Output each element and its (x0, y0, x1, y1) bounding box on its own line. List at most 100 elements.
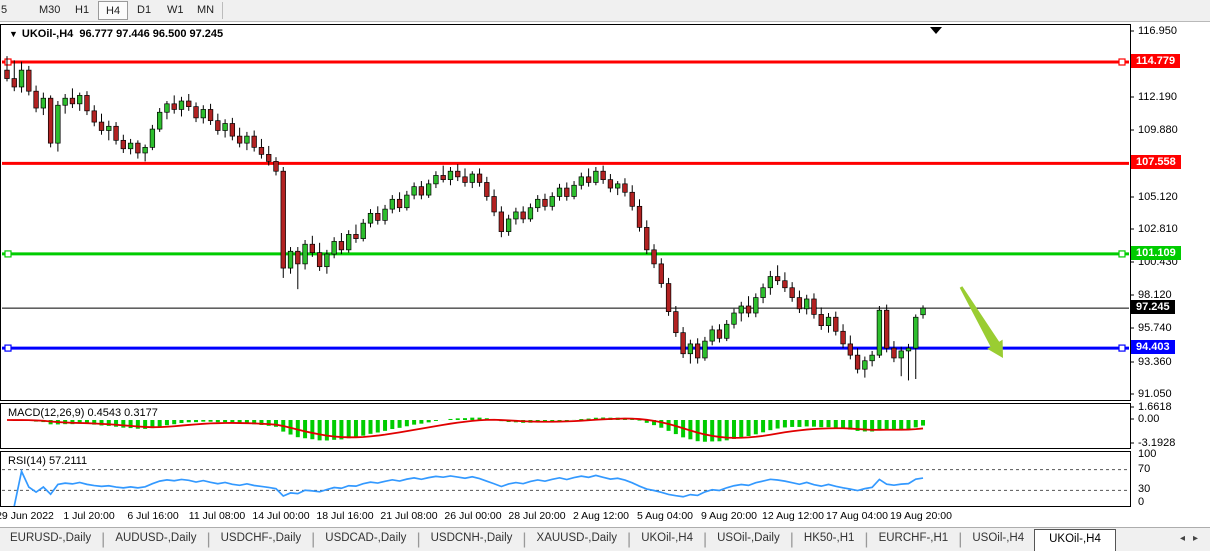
candle-bear (310, 244, 315, 252)
macd-panel[interactable] (0, 403, 1131, 449)
candle-bear (833, 317, 838, 331)
candle-bear (216, 121, 221, 131)
time-axis-label[interactable]: 28 Jul 20:00 (508, 510, 565, 522)
level-handle[interactable] (5, 345, 11, 351)
chart-tab-usoil-h4[interactable]: USOil-,H4 (962, 528, 1034, 544)
timeframe-button-h4[interactable]: H4 (98, 1, 128, 20)
candle-bull (550, 196, 555, 206)
chart-tab-eurchf-h1[interactable]: EURCHF-,H1 (869, 528, 959, 544)
price-tick-label: 102.810 (1138, 223, 1178, 235)
candle-bear (623, 184, 628, 192)
candle-bear (397, 199, 402, 207)
time-axis-label[interactable]: 14 Jul 00:00 (252, 510, 309, 522)
chart-tab-hk50-h1[interactable]: HK50-,H1 (794, 528, 865, 544)
candle-bear (521, 212, 526, 219)
time-axis-label[interactable]: 2 Aug 12:00 (573, 510, 629, 522)
candle-bull (179, 101, 184, 109)
candle-bull (921, 308, 926, 315)
level-handle[interactable] (1119, 59, 1125, 65)
candle-bear (375, 213, 380, 220)
timeframe-button-d1[interactable]: D1 (130, 1, 158, 20)
time-axis-label[interactable]: 17 Aug 04:00 (826, 510, 888, 522)
candle-bear (644, 227, 649, 249)
time-axis-label[interactable]: 6 Jul 16:00 (127, 510, 178, 522)
timeframe-button-h1[interactable]: H1 (68, 1, 96, 20)
chart-tab-usdcnh-daily[interactable]: USDCNH-,Daily (421, 528, 523, 544)
chart-tab-usdcad-daily[interactable]: USDCAD-,Daily (315, 528, 416, 544)
tab-scroll-right-icon[interactable]: ▸ (1193, 533, 1206, 544)
timeframe-button-mn[interactable]: MN (190, 1, 221, 20)
candle-bull (761, 288, 766, 298)
candle-bull (826, 317, 831, 325)
candle-bull (434, 175, 439, 183)
rsi-line (14, 471, 923, 506)
chart-tab-ukoil-h4-active[interactable]: UKOil-,H4 (1034, 529, 1116, 551)
candle-bear (194, 107, 199, 118)
candle-bear (775, 277, 780, 281)
level-price-label: 107.558 (1131, 155, 1181, 169)
time-axis-label[interactable]: 19 Aug 20:00 (890, 510, 952, 522)
candle-bull (448, 171, 453, 179)
candle-bear (681, 333, 686, 354)
price-tick (1130, 196, 1134, 197)
chart-tab-usdchf-daily[interactable]: USDCHF-,Daily (211, 528, 312, 544)
candle-bear (70, 98, 75, 104)
candle-bull (899, 351, 904, 358)
candle-bull (514, 212, 519, 219)
level-handle[interactable] (1119, 251, 1125, 257)
candle-bear (543, 199, 548, 206)
price-tick-label: 98.120 (1138, 289, 1172, 301)
level-handle[interactable] (5, 59, 11, 65)
time-axis-label[interactable]: 1 Jul 20:00 (63, 510, 114, 522)
last-bar-marker-icon (930, 27, 942, 34)
candle-bull (572, 185, 577, 196)
rsi-panel[interactable] (0, 451, 1131, 507)
candle-bear (252, 136, 257, 147)
chart-tab-eurusd-daily[interactable]: EURUSD-,Daily (0, 528, 101, 544)
candle-bear (85, 95, 90, 110)
time-axis-label[interactable]: 18 Jul 16:00 (316, 510, 373, 522)
candle-bear (419, 187, 424, 195)
candle-bear (630, 192, 635, 206)
candle-bull (412, 187, 417, 195)
time-axis[interactable]: 29 Jun 2022 1 Jul 20:00 6 Jul 16:00 11 Jul … (0, 507, 1131, 527)
price-tick-label: 112.190 (1138, 91, 1177, 103)
price-axis[interactable]: 116.950112.190109.880105.120102.810100.4… (1133, 24, 1210, 507)
price-chart-panel[interactable] (0, 24, 1131, 401)
tab-scroll-left-icon[interactable]: ◂ (1180, 533, 1193, 544)
chart-tab-audusd-daily[interactable]: AUDUSD-,Daily (105, 528, 206, 544)
candle-bull (383, 209, 388, 220)
time-axis-label[interactable]: 21 Jul 08:00 (380, 510, 437, 522)
candle-bear (12, 79, 17, 87)
candle-bear (266, 154, 271, 161)
price-tick (1130, 328, 1134, 329)
candle-bull (804, 299, 809, 309)
price-tick (1130, 262, 1134, 263)
time-axis-label[interactable]: 26 Jul 00:00 (444, 510, 501, 522)
timeframe-button-5[interactable]: 5 (0, 1, 14, 20)
macd-tick-label: 0.00 (1138, 413, 1159, 425)
candle-bull (739, 306, 744, 313)
time-axis-label[interactable]: 12 Aug 12:00 (762, 510, 824, 522)
level-handle[interactable] (5, 251, 11, 257)
candle-bear (659, 264, 664, 284)
timeframe-button-w1[interactable]: W1 (160, 1, 191, 20)
time-axis-label[interactable]: 5 Aug 04:00 (637, 510, 693, 522)
rsi-tick-label: 0 (1138, 496, 1144, 508)
time-axis-label[interactable]: 29 Jun 2022 (0, 510, 54, 522)
candle-bear (463, 177, 468, 183)
time-axis-label[interactable]: 11 Jul 08:00 (189, 510, 245, 522)
candle-bear (717, 330, 722, 338)
candle-bull (579, 177, 584, 185)
candle-bear (586, 177, 591, 183)
level-handle[interactable] (1119, 345, 1125, 351)
chart-tab-ukoil-h4[interactable]: UKOil-,H4 (631, 528, 703, 544)
chart-tab-usoil-daily[interactable]: USOil-,Daily (707, 528, 790, 544)
timeframe-button-m30[interactable]: M30 (32, 1, 67, 20)
time-axis-label[interactable]: 9 Aug 20:00 (701, 510, 757, 522)
candle-bear (790, 288, 795, 298)
symbol-dropdown-icon[interactable]: ▼ (9, 29, 18, 39)
chart-tab-xauusd-daily[interactable]: XAUUSD-,Daily (527, 528, 628, 544)
candle-bull (201, 109, 206, 117)
price-tick-label: 116.950 (1138, 25, 1177, 37)
